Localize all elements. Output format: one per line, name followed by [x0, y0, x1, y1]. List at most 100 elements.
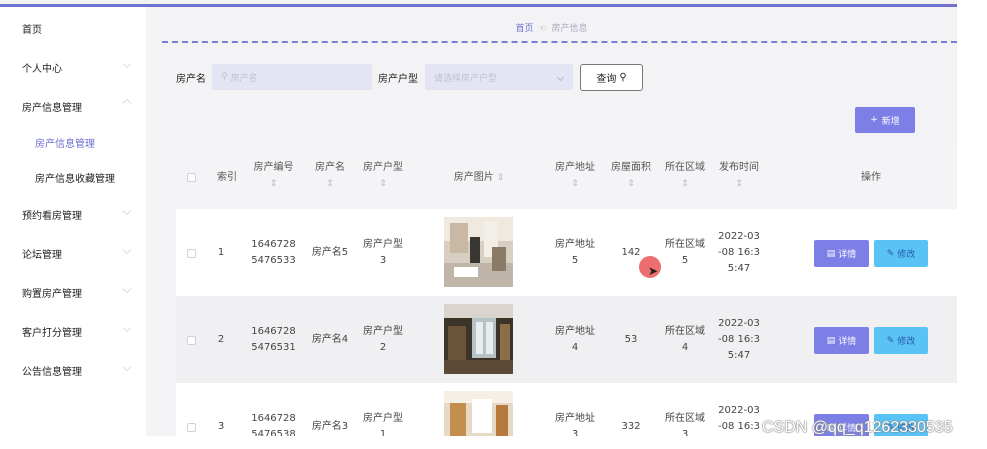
name-filter-label: 房产名 — [176, 74, 206, 85]
cell-index: 2 — [217, 334, 225, 345]
chevron-down-icon — [556, 73, 565, 82]
sidebar-subitem-property-info[interactable]: 房产信息管理 — [35, 135, 95, 150]
header-actions: 操作 — [861, 172, 881, 183]
add-button-label: 新增 — [881, 116, 900, 127]
header-code[interactable]: 房产编号 ⇕ — [246, 159, 301, 193]
property-photo[interactable] — [444, 217, 513, 287]
mouse-cursor-icon: ➤ — [648, 264, 659, 278]
cell-region: 所在区域 3 — [665, 413, 705, 436]
search-icon: ⚲ — [221, 72, 228, 82]
header-area[interactable]: 房屋面积 ⇕ — [606, 159, 656, 193]
chevron-down-icon — [122, 59, 132, 69]
cell-type: 房产户型 1 — [363, 413, 403, 436]
select-all-checkbox[interactable] — [187, 173, 196, 182]
cell-code: 1646728 5476531 — [251, 326, 296, 353]
edit-button[interactable]: ✎ 修改 — [874, 240, 928, 267]
hand-icon: ☜ — [538, 24, 547, 34]
document-icon: ▤ — [826, 248, 836, 259]
cell-type: 房产户型 3 — [363, 239, 403, 266]
sidebar-item-purchase[interactable]: 购置房产管理 — [22, 285, 82, 300]
breadcrumb-current: 房产信息 — [551, 24, 588, 34]
detail-button[interactable]: ▤ 详情 — [814, 327, 869, 354]
cell-area: 332 — [621, 421, 641, 432]
chevron-down-icon — [122, 245, 132, 255]
header-index: 索引 — [217, 172, 237, 183]
cell-address: 房产地址 3 — [555, 413, 595, 436]
header-name[interactable]: 房产名 ⇕ — [308, 159, 352, 193]
header-address[interactable]: 房产地址 ⇕ — [550, 159, 600, 193]
search-icon: ⚲ — [619, 72, 627, 83]
header-time[interactable]: 发布时间 ⇕ — [714, 159, 764, 193]
name-search-input[interactable]: ⚲ 房产名 — [212, 64, 372, 90]
document-icon: ▤ — [826, 335, 836, 346]
breadcrumb-home[interactable]: 首页 — [515, 24, 533, 34]
sidebar-item-personal-center[interactable]: 个人中心 — [22, 60, 62, 75]
sidebar-item-announcements[interactable]: 公告信息管理 — [22, 363, 82, 378]
chevron-down-icon — [122, 323, 132, 333]
sort-icon: ⇕ — [496, 173, 505, 183]
cell-index: 1 — [217, 247, 225, 258]
chevron-up-icon — [122, 98, 132, 108]
sidebar-item-forum[interactable]: 论坛管理 — [22, 246, 62, 261]
search-button-label: 查询 — [596, 74, 617, 85]
cell-region: 所在区域 4 — [665, 326, 705, 353]
property-photo[interactable] — [444, 304, 513, 374]
sidebar: 首页 个人中心 房产信息管理 房产信息管理 房产信息收藏管理 预约看房管理 论坛… — [0, 7, 146, 436]
sort-icon: ⇕ — [681, 179, 689, 189]
pencil-icon: ✎ — [886, 248, 895, 259]
cell-address: 房产地址 4 — [555, 326, 595, 353]
edit-button[interactable]: ✎ 修改 — [874, 327, 928, 354]
cell-time: 2022-03 -08 16:3 — [718, 405, 760, 432]
sidebar-item-home[interactable]: 首页 — [22, 21, 42, 36]
cell-name: 房产名3 — [311, 421, 349, 432]
sort-icon: ⇕ — [627, 179, 635, 189]
divider — [162, 41, 957, 43]
cell-time: 2022-03 -08 16:3 5:47 — [718, 231, 760, 274]
sidebar-item-property-info[interactable]: 房产信息管理 — [22, 99, 82, 114]
type-select[interactable]: 请选择房产户型 — [425, 64, 573, 90]
row-checkbox[interactable] — [187, 423, 196, 432]
property-photo[interactable] — [444, 391, 513, 436]
cell-name: 房产名5 — [311, 247, 349, 258]
chevron-down-icon — [122, 284, 132, 294]
sort-icon: ⇕ — [571, 179, 579, 189]
cell-area: 53 — [624, 334, 638, 345]
pencil-icon: ✎ — [886, 335, 895, 346]
breadcrumb: 首页 ☜ 房产信息 — [146, 21, 957, 34]
add-button[interactable]: + 新增 — [855, 107, 915, 133]
cell-code: 1646728 5476538 — [251, 413, 296, 436]
sidebar-subitem-property-favorites[interactable]: 房产信息收藏管理 — [35, 170, 115, 185]
main-content: 首页 ☜ 房产信息 房产名 ⚲ 房产名 房产户型 请选择房产户型 查询 ⚲ + 新增 … — [146, 7, 957, 436]
chevron-down-icon — [122, 206, 132, 216]
table-header: 索引 房产编号 ⇕ 房产名 ⇕ 房产户型 ⇕ 房产图片 ⇕ 房产地址 ⇕ 房屋面积 ⇕ 所在… — [176, 147, 957, 209]
sort-icon: ⇕ — [326, 179, 334, 189]
sidebar-item-viewing-appointments[interactable]: 预约看房管理 — [22, 207, 82, 222]
cell-name: 房产名4 — [311, 334, 349, 345]
plus-icon: + — [870, 115, 878, 125]
type-filter-label: 房产户型 — [378, 74, 418, 85]
row-checkbox[interactable] — [187, 249, 196, 258]
property-table: 索引 房产编号 ⇕ 房产名 ⇕ 房产户型 ⇕ 房产图片 ⇕ 房产地址 ⇕ 房屋面积 ⇕ 所在… — [176, 147, 957, 436]
sort-icon: ⇕ — [379, 179, 387, 189]
cell-address: 房产地址 5 — [555, 239, 595, 266]
header-type[interactable]: 房产户型 ⇕ — [358, 159, 408, 193]
chevron-down-icon — [122, 362, 132, 372]
cell-type: 房产户型 2 — [363, 326, 403, 353]
cell-region: 所在区域 5 — [665, 239, 705, 266]
cell-time: 2022-03 -08 16:3 5:47 — [718, 318, 760, 361]
name-search-placeholder: 房产名 — [230, 73, 258, 84]
detail-button[interactable]: ▤ 详情 — [814, 240, 869, 267]
watermark: CSDN @qq_q1262330535 — [762, 419, 953, 436]
header-photo[interactable]: 房产图片 ⇕ — [429, 169, 529, 187]
header-region[interactable]: 所在区域 ⇕ — [660, 159, 710, 193]
search-button[interactable]: 查询 ⚲ — [580, 64, 643, 91]
table-row[interactable]: 1 1646728 5476533 房产名5 房产户型 3 房产地址 5 142… — [176, 209, 957, 296]
cell-code: 1646728 5476533 — [251, 239, 296, 266]
cell-index: 3 — [217, 421, 225, 432]
sort-icon: ⇕ — [269, 179, 278, 189]
type-select-placeholder: 请选择房产户型 — [434, 73, 498, 84]
row-checkbox[interactable] — [187, 336, 196, 345]
sidebar-item-customer-rating[interactable]: 客户打分管理 — [22, 324, 82, 339]
sort-icon: ⇕ — [735, 179, 743, 189]
table-row[interactable]: 2 1646728 5476531 房产名4 房产户型 2 房产地址 4 53 … — [176, 296, 957, 383]
